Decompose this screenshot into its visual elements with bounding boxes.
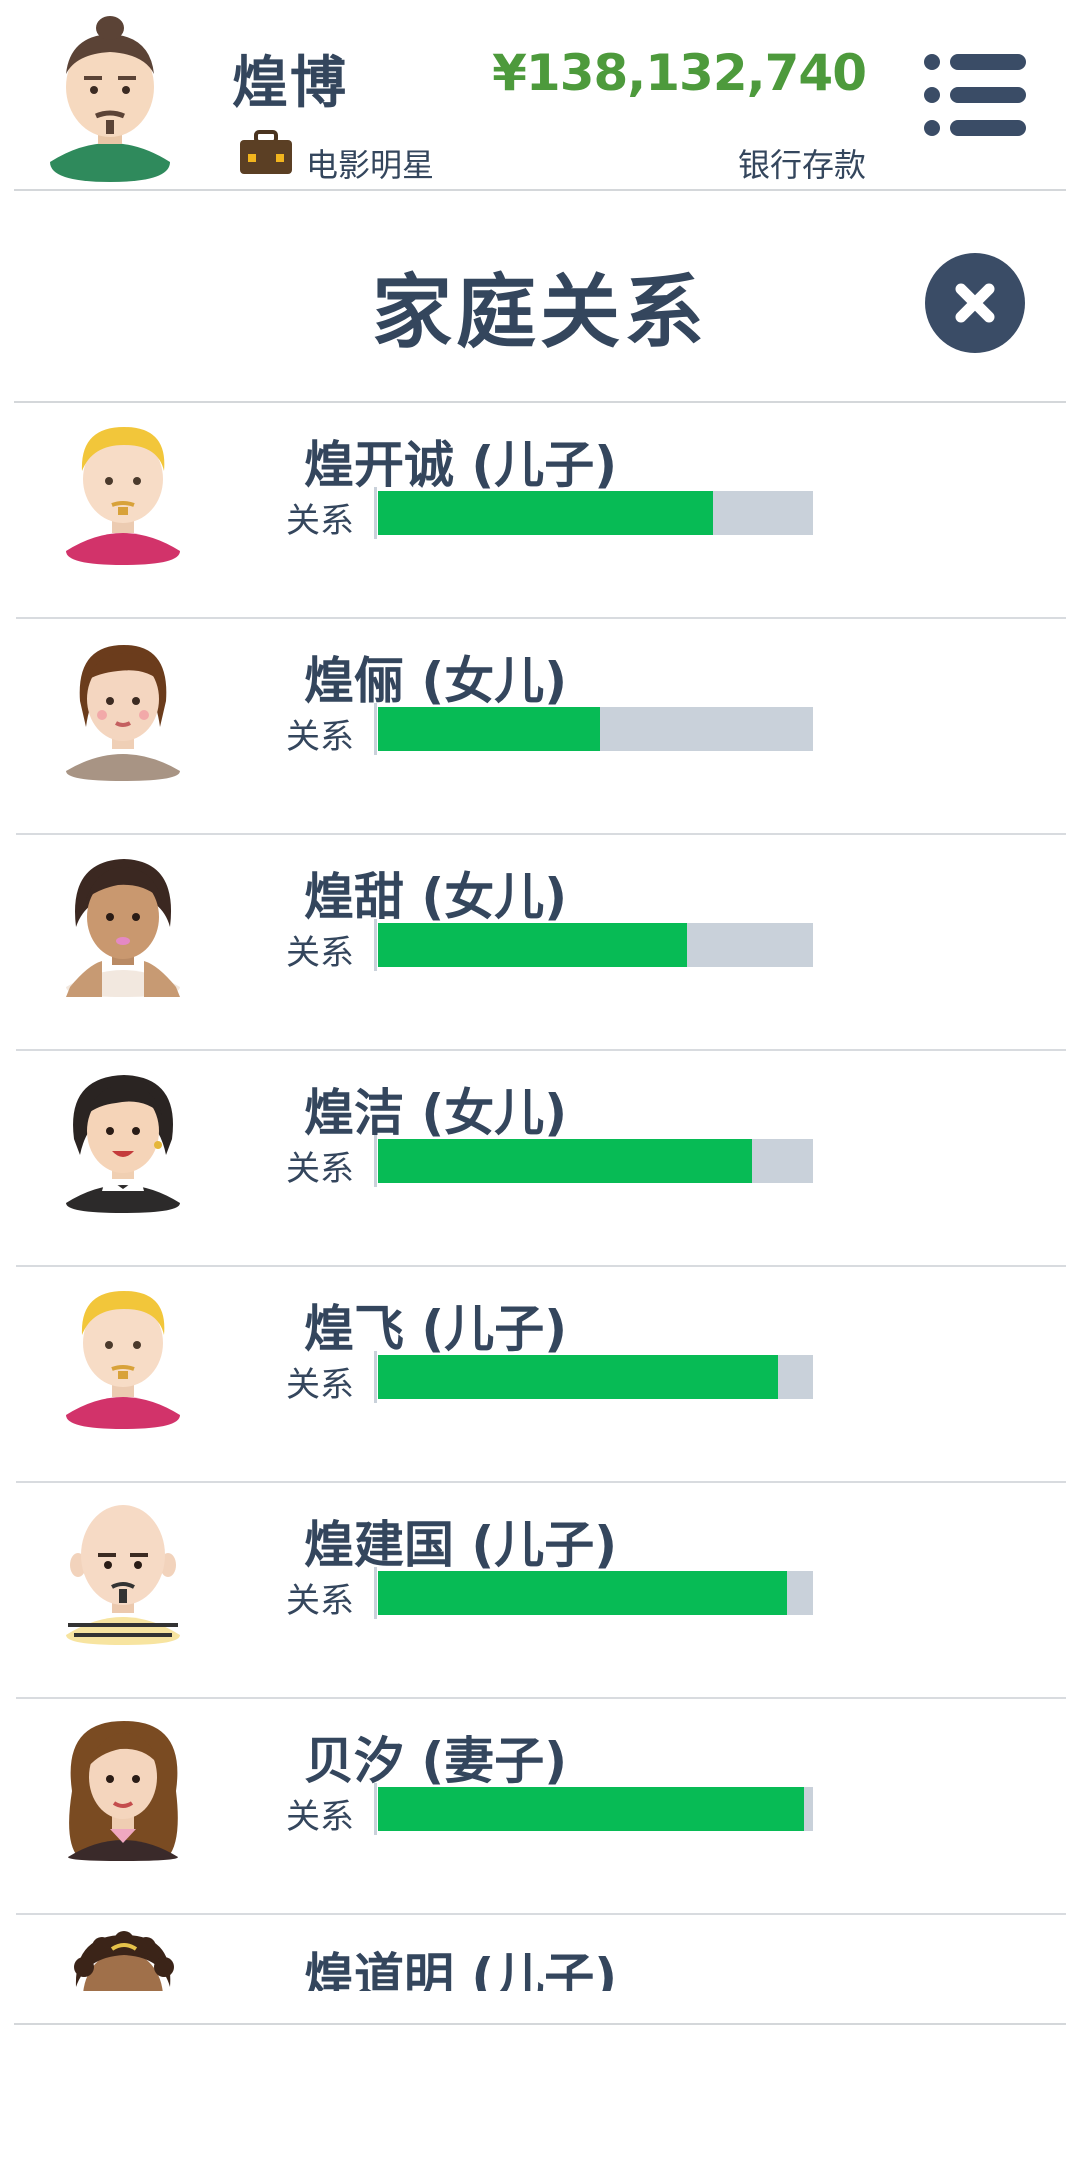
family-member-row[interactable]: 煌开诚 (儿子) 关系 [0, 403, 1080, 619]
family-member-row[interactable]: 煌甜 (女儿) 关系 [0, 835, 1080, 1051]
family-member-row[interactable]: 贝汐 (妻子) 关系 [0, 1699, 1080, 1915]
relationship-bar [374, 1567, 813, 1619]
relationship-bar-marker [374, 919, 377, 971]
relationship-bar-marker [374, 487, 377, 539]
bank-balance-label: 银行存款 [737, 146, 866, 184]
relationship-bar [374, 919, 813, 971]
relationship-label: 关系 [286, 1581, 354, 1621]
relationship-label: 关系 [286, 501, 354, 541]
relationship-bar-fill [378, 707, 600, 751]
family-member-row[interactable]: 煌俪 (女儿) 关系 [0, 619, 1080, 835]
blond-man-avatar [66, 1291, 180, 1429]
relationship-bar-marker [374, 1135, 377, 1187]
relationship-bar-fill [378, 923, 687, 967]
member-name: 煌洁 (女儿) [304, 1084, 568, 1142]
member-name: 煌建国 (儿子) [304, 1516, 618, 1574]
family-member-row[interactable]: 煌建国 (儿子) 关系 [0, 1483, 1080, 1699]
relationship-bar-marker [374, 1351, 377, 1403]
family-member-row[interactable]: 煌道明 (儿子) [0, 1915, 1080, 1991]
blond-man-avatar [66, 427, 180, 565]
dark-skin-woman-avatar [66, 859, 180, 997]
relationship-bar-marker [374, 1783, 377, 1835]
brown-hair-woman-avatar [66, 645, 180, 781]
relationship-label: 关系 [286, 717, 354, 757]
header-divider [14, 189, 1066, 191]
relationship-label: 关系 [286, 1149, 354, 1189]
black-hair-woman-avatar [66, 1075, 180, 1213]
page-title: 家庭关系 [372, 266, 708, 359]
member-name: 煌飞 (儿子) [304, 1300, 568, 1358]
relationship-bar [374, 487, 813, 539]
player-avatar[interactable] [40, 12, 180, 182]
job-label: 电影明星 [306, 146, 435, 184]
relationship-label: 关系 [286, 1365, 354, 1405]
relationship-bar-marker [374, 703, 377, 755]
player-name: 煌博 [232, 51, 348, 116]
list-menu-icon[interactable] [922, 50, 1028, 140]
family-member-row[interactable]: 煌洁 (女儿) 关系 [0, 1051, 1080, 1267]
relationship-bar-fill [378, 491, 713, 535]
relationship-bar-marker [374, 1567, 377, 1619]
relationship-bar [374, 703, 813, 755]
relationship-label: 关系 [286, 1797, 354, 1837]
header: 煌博 电影明星 ¥138,132,740 银行存款 [0, 0, 1080, 190]
relationship-bar-fill [378, 1787, 805, 1831]
relationship-bar [374, 1351, 813, 1403]
relationship-bar [374, 1783, 813, 1835]
member-name: 煌道明 (儿子) [304, 1948, 618, 1991]
family-member-row[interactable]: 煌飞 (儿子) 关系 [0, 1267, 1080, 1483]
list-bottom-divider [14, 2023, 1066, 2025]
bank-balance: ¥138,132,740 [492, 44, 867, 102]
close-icon [955, 283, 995, 323]
member-name: 煌甜 (女儿) [304, 868, 568, 926]
member-name: 煌俪 (女儿) [304, 652, 568, 710]
member-name: 贝汐 (妻子) [304, 1732, 568, 1790]
briefcase-icon [240, 130, 292, 174]
member-name: 煌开诚 (儿子) [304, 436, 618, 494]
close-button[interactable] [925, 253, 1025, 353]
relationship-bar [374, 1135, 813, 1187]
relationship-bar-fill [378, 1139, 753, 1183]
relationship-label: 关系 [286, 933, 354, 973]
long-hair-woman-avatar [68, 1721, 178, 1861]
relationship-bar-fill [378, 1355, 779, 1399]
family-list[interactable]: 煌开诚 (儿子) 关系 煌俪 (女儿) 关系 煌甜 (女儿) 关系 煌洁 (女儿) 关系 煌飞 … [0, 403, 1080, 1991]
curly-hair-man-avatar [74, 1931, 174, 1991]
bald-man-avatar [66, 1505, 180, 1645]
relationship-bar-fill [378, 1571, 787, 1615]
